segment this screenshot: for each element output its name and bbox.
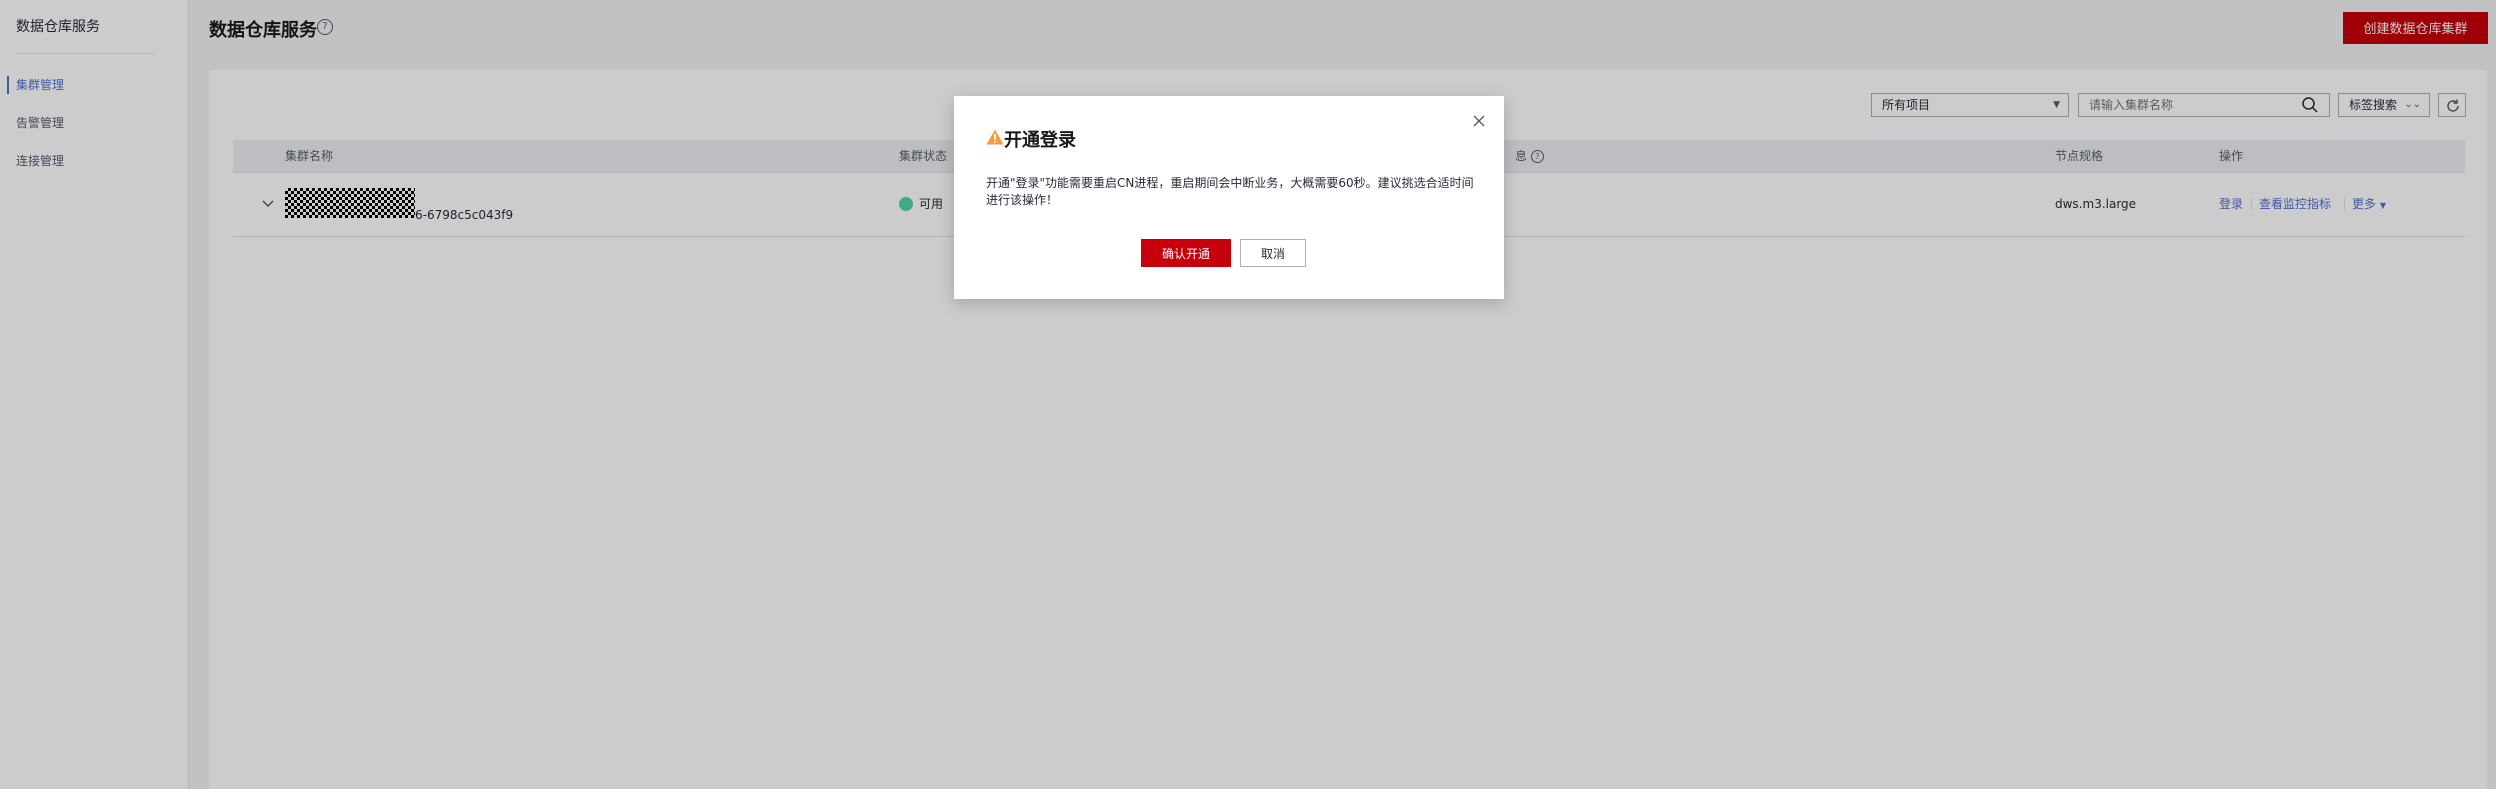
dialog-title: 开通登录	[1004, 130, 1076, 151]
confirm-enable-button[interactable]: 确认开通	[1141, 239, 1231, 267]
cancel-button[interactable]: 取消	[1240, 239, 1306, 267]
close-icon[interactable]	[1472, 114, 1486, 128]
warning-icon	[986, 129, 1004, 145]
dialog-message: 开通"登录"功能需要重启CN进程，重启期间会中断业务，大概需要60秒。建议挑选合…	[986, 176, 1474, 207]
enable-login-dialog: 开通登录 开通"登录"功能需要重启CN进程，重启期间会中断业务，大概需要60秒。…	[954, 96, 1504, 299]
